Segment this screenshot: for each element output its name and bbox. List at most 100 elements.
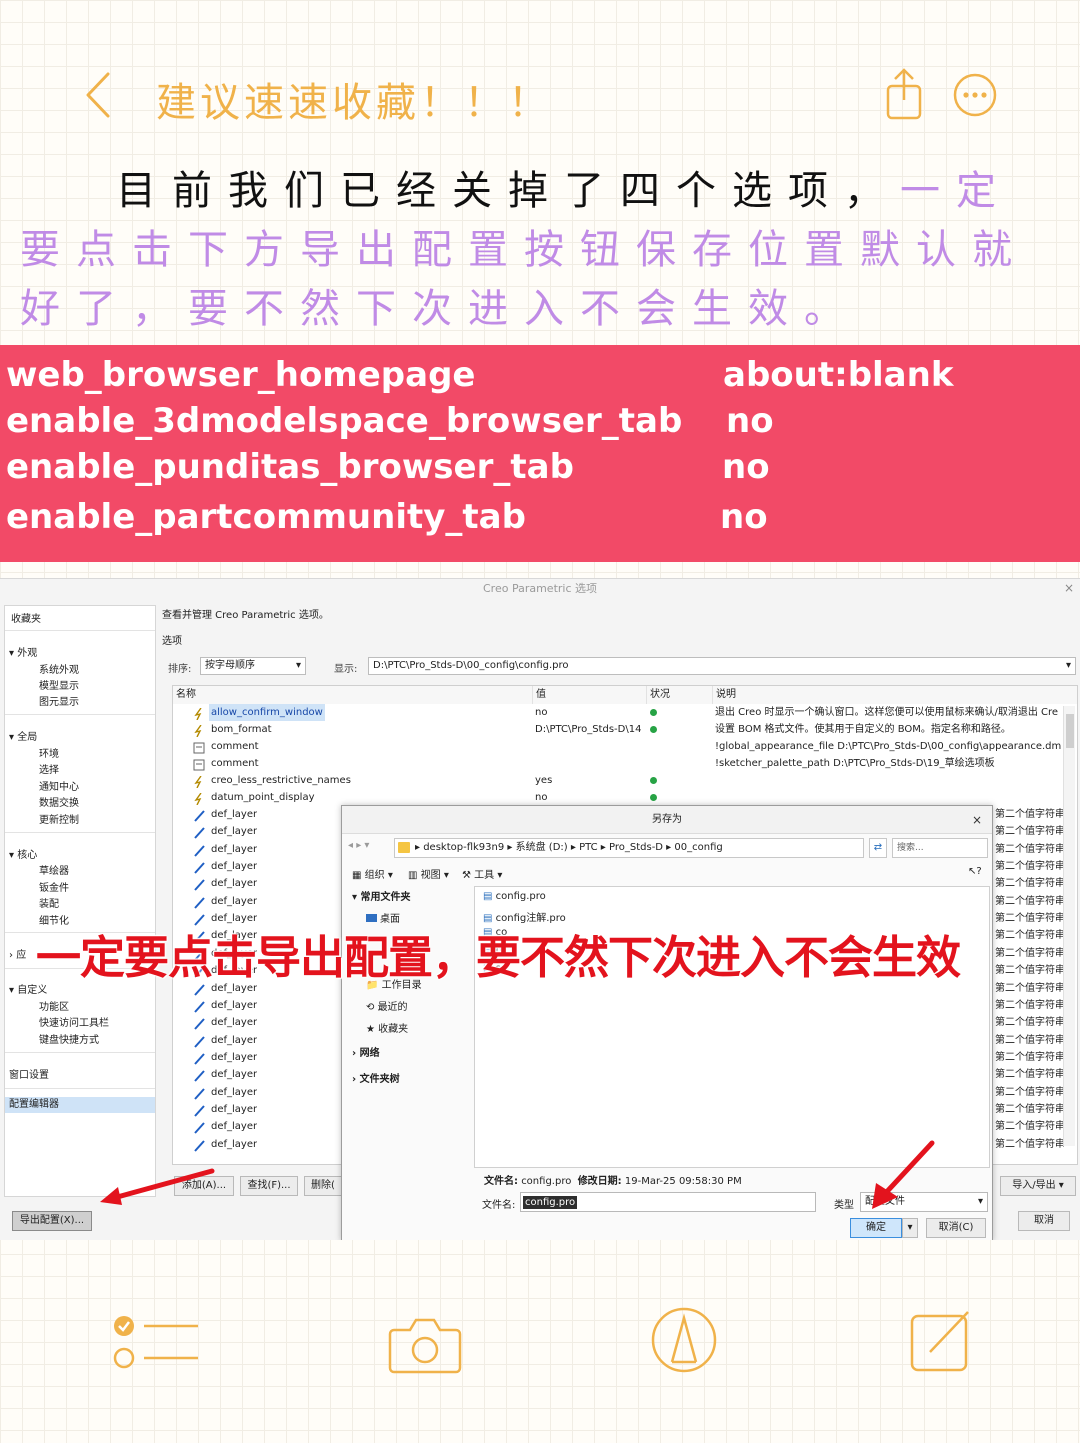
- nav-item[interactable]: 快速访问工具栏: [39, 1014, 109, 1029]
- config-value: about:blank: [723, 355, 954, 395]
- refresh-icon[interactable]: ⇄: [869, 838, 887, 858]
- nav-folder-tree[interactable]: › 文件夹树: [352, 1070, 400, 1085]
- delete-button[interactable]: 删除(: [304, 1176, 342, 1196]
- layer-name: def_layer: [211, 861, 258, 873]
- dialog-cancel-button[interactable]: 取消(C): [926, 1218, 986, 1238]
- lightning-icon: [194, 793, 202, 805]
- desc-cell: 第二个值字符串: [995, 1138, 1065, 1150]
- desc-cell: 第二个值字符串: [995, 1017, 1065, 1029]
- layer-name: def_layer: [211, 1034, 258, 1046]
- breadcrumb[interactable]: ▸ desktop-flk93n9 ▸ 系统盘 (D:) ▸ PTC ▸ Pro…: [394, 838, 864, 858]
- ok-button[interactable]: 确定: [850, 1218, 902, 1238]
- nav-network[interactable]: › 网络: [352, 1044, 380, 1059]
- nav-arrows-icon[interactable]: ◂ ▸ ▾: [348, 840, 369, 851]
- filename-label: 文件名:: [482, 1200, 516, 1211]
- list-item[interactable]: ▤ config.pro: [483, 891, 546, 902]
- scrollbar[interactable]: [1063, 706, 1075, 1146]
- nav-item[interactable]: 键盘快捷方式: [39, 1031, 99, 1046]
- desc-cell: 第二个值字符串: [995, 809, 1065, 820]
- layer-name: def_layer: [211, 1069, 258, 1081]
- more-icon[interactable]: [952, 72, 998, 118]
- camera-icon[interactable]: [388, 1316, 462, 1374]
- pen-icon: [194, 897, 205, 909]
- chevron-down-icon: ▾: [1065, 660, 1071, 671]
- comment-icon: [193, 759, 205, 771]
- options-header: 查看并管理 Creo Parametric 选项。: [162, 610, 329, 621]
- nav-window-settings[interactable]: 窗口设置: [9, 1066, 49, 1081]
- options-left-nav: 收藏夹 ▾ 外观 系统外观 模型显示 图元显示 ▾ 全局 环境 选择 通知中心 …: [4, 605, 156, 1197]
- pen-icon[interactable]: [650, 1306, 718, 1374]
- comment-icon: [193, 742, 205, 754]
- nav-item[interactable]: 系统外观: [39, 661, 79, 676]
- pen-icon: [194, 1087, 205, 1100]
- nav-favorites[interactable]: 收藏夹: [11, 610, 41, 625]
- layer-name: def_layer: [211, 809, 258, 820]
- nav-favorites[interactable]: ★ 收藏夹: [366, 1020, 408, 1035]
- cancel-button[interactable]: 取消: [1018, 1211, 1070, 1231]
- view-menu[interactable]: ▥ 视图 ▾: [408, 866, 449, 881]
- type-label: 类型: [834, 1200, 854, 1211]
- nav-item[interactable]: 数据交换: [39, 794, 79, 809]
- import-export-button[interactable]: 导入/导出 ▾: [1000, 1176, 1076, 1196]
- pen-icon: [194, 862, 205, 874]
- arrow-icon: [872, 1140, 935, 1209]
- edit-icon[interactable]: [908, 1308, 974, 1372]
- nav-item[interactable]: 环境: [39, 745, 59, 760]
- file-meta: 文件名: config.pro 修改日期: 19-Mar-25 09:58:30…: [484, 1176, 742, 1187]
- nav-item[interactable]: 草绘器: [39, 862, 69, 877]
- desc-cell: 第二个值字符串: [995, 982, 1065, 994]
- desc-cell: 第二个值字符串: [995, 843, 1065, 855]
- nav-item[interactable]: 选择: [39, 761, 59, 776]
- pen-icon: [194, 1070, 205, 1082]
- show-select[interactable]: D:\PTC\Pro_Stds-D\00_config\config.pro ▾: [368, 657, 1076, 675]
- checklist-icon[interactable]: [112, 1312, 204, 1372]
- column-header-name[interactable]: 名称: [173, 686, 533, 704]
- nav-config-editor[interactable]: 配置编辑器: [5, 1097, 155, 1113]
- column-header-value[interactable]: 值: [533, 686, 647, 704]
- config-value: no: [722, 447, 770, 487]
- close-icon[interactable]: ×: [972, 806, 982, 834]
- layer-name: def_layer: [211, 1121, 258, 1133]
- nav-group-global[interactable]: ▾ 全局: [9, 728, 37, 743]
- desc-cell: 第二个值字符串: [995, 1086, 1065, 1098]
- close-icon[interactable]: ×: [1064, 581, 1074, 595]
- chevron-left-icon[interactable]: [80, 70, 120, 120]
- config-row: web_browser_homepage about:blank: [6, 355, 1076, 401]
- filename-input[interactable]: config.pro: [520, 1192, 816, 1212]
- column-header-status[interactable]: 状况: [647, 686, 713, 704]
- nav-item[interactable]: 功能区: [39, 998, 69, 1013]
- ok-dropdown-button[interactable]: ▾: [902, 1218, 918, 1238]
- nav-group-appearance[interactable]: ▾ 外观: [9, 644, 37, 659]
- column-header-desc[interactable]: 说明: [713, 686, 1077, 704]
- export-config-button[interactable]: 导出配置(X)...: [12, 1211, 92, 1231]
- nav-item[interactable]: 图元显示: [39, 693, 79, 708]
- config-key: enable_punditas_browser_tab: [6, 447, 574, 487]
- nav-item[interactable]: 模型显示: [39, 677, 79, 692]
- creo-options-window: Creo Parametric 选项 × 收藏夹 ▾ 外观 系统外观 模型显示 …: [0, 578, 1080, 1240]
- find-button[interactable]: 查找(F)...: [240, 1176, 298, 1196]
- nav-recent[interactable]: ⟲ 最近的: [366, 998, 408, 1013]
- nav-item[interactable]: 装配: [39, 895, 59, 910]
- desc-cell: 第二个值字符串: [995, 1069, 1065, 1081]
- config-key: enable_partcommunity_tab: [6, 497, 526, 537]
- desc-cell: 第二个值字符串: [995, 895, 1065, 907]
- tools-menu[interactable]: ⚒ 工具 ▾: [462, 866, 502, 881]
- search-input[interactable]: 搜索...: [892, 838, 988, 858]
- nav-item[interactable]: 钣金件: [39, 879, 69, 894]
- help-icon[interactable]: ↖?: [968, 866, 982, 877]
- sort-select[interactable]: 按字母顺序 ▾: [200, 657, 306, 675]
- desc-cell: 第二个值字符串: [995, 1103, 1065, 1115]
- nav-item[interactable]: 更新控制: [39, 811, 79, 826]
- nav-item[interactable]: 通知中心: [39, 778, 79, 793]
- layer-name: def_layer: [211, 826, 258, 838]
- nav-common-folders[interactable]: ▾ 常用文件夹: [352, 888, 411, 903]
- pen-icon: [194, 1139, 205, 1152]
- desc-cell: 第二个值字符串: [995, 1051, 1065, 1063]
- organize-menu[interactable]: ▦ 组织 ▾: [352, 866, 393, 881]
- intro-text: 目前我们已经关掉了四个选项，: [116, 168, 900, 214]
- share-icon[interactable]: [884, 66, 924, 122]
- lightning-icon: [194, 708, 202, 720]
- status-dot: [650, 777, 657, 784]
- nav-group-app[interactable]: › 应: [9, 946, 26, 961]
- nav-group-core[interactable]: ▾ 核心: [9, 846, 37, 861]
